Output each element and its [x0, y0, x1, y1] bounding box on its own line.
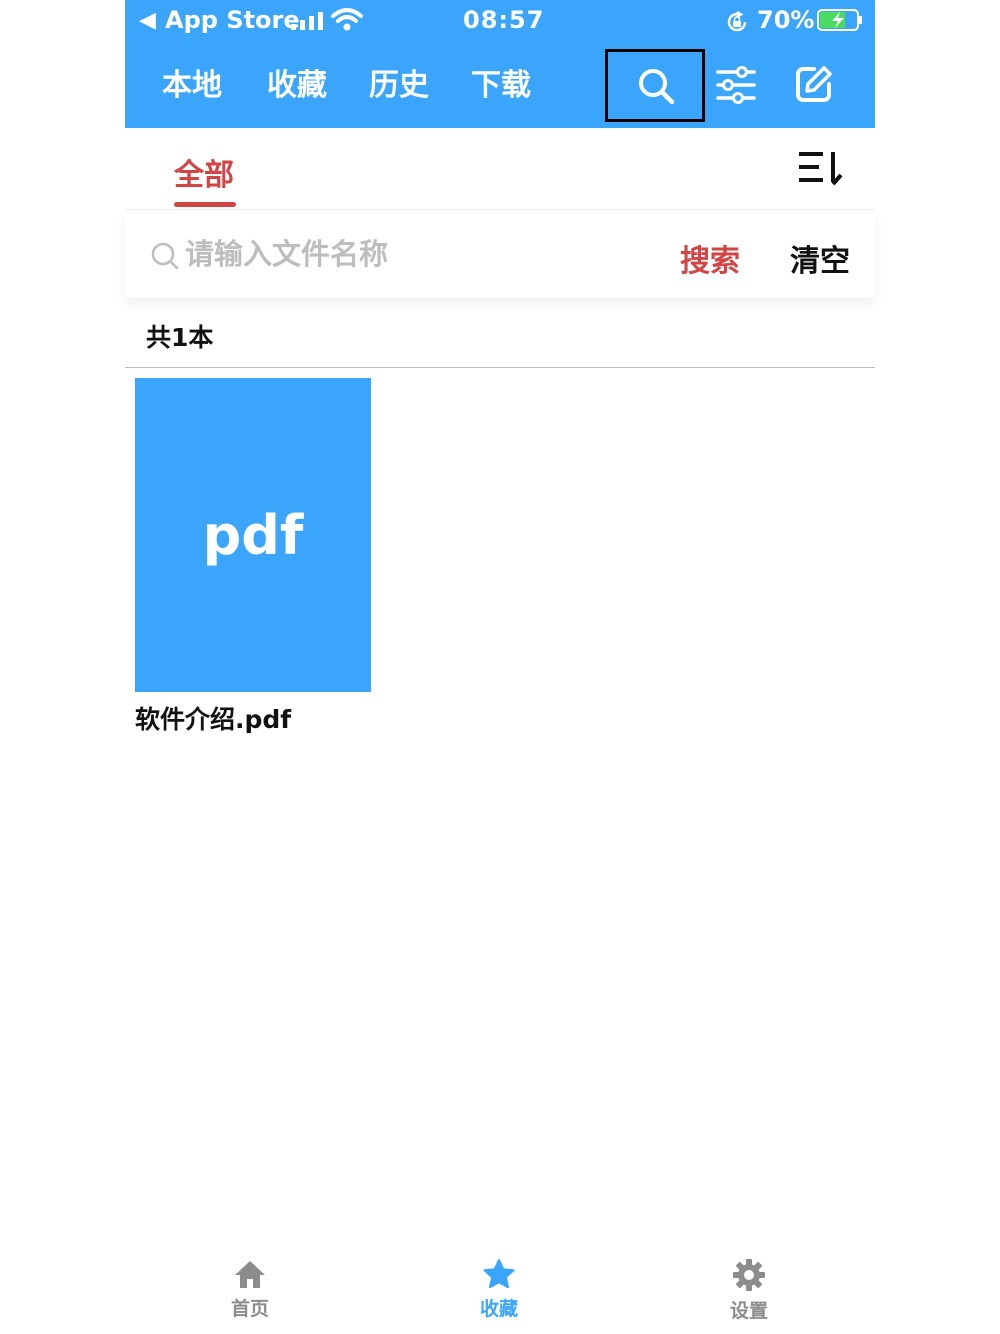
file-item[interactable]: pdf 软件介绍.pdf [135, 378, 371, 736]
back-arrow-icon[interactable]: ◀ [139, 8, 156, 33]
bottom-tab-bar: 首页 收藏 设置 [125, 1250, 875, 1334]
cellular-signal-icon [291, 12, 323, 30]
battery-icon [817, 9, 862, 31]
tab-download[interactable]: 下载 [471, 60, 531, 104]
search-icon [639, 69, 675, 105]
star-icon [483, 1259, 515, 1289]
edit-button[interactable] [790, 50, 850, 116]
wifi-icon [331, 8, 363, 31]
rotation-lock-icon [727, 10, 747, 32]
bottom-tab-label: 设置 [729, 1300, 768, 1322]
battery-percent: 70% [757, 6, 815, 34]
home-icon [235, 1261, 265, 1288]
bottom-tab-home[interactable]: 首页 [190, 1250, 310, 1334]
search-bar: 搜索 清空 [125, 210, 875, 298]
file-thumbnail: pdf [135, 378, 371, 692]
clear-button[interactable]: 清空 [790, 236, 850, 280]
bottom-tab-favorites[interactable]: 收藏 [439, 1250, 559, 1334]
filter-button[interactable] [710, 50, 770, 116]
sort-icon[interactable] [797, 148, 843, 188]
tab-history[interactable]: 历史 [369, 60, 429, 104]
bottom-tab-settings[interactable]: 设置 [689, 1250, 809, 1334]
app-screen: ◀ App Store 08:57 70% 本地 收藏 历史 下载 全部 请输入… [125, 0, 875, 1334]
file-type-label: pdf [202, 504, 304, 567]
item-count: 共1本 [146, 323, 214, 352]
search-input[interactable] [185, 232, 665, 276]
search-submit-button[interactable]: 搜索 [680, 236, 740, 280]
edit-icon [796, 66, 832, 102]
sliders-icon [716, 66, 756, 104]
bottom-tab-label: 首页 [230, 1298, 269, 1320]
tab-all[interactable]: 全部 [174, 150, 234, 194]
search-field-wrap [151, 232, 671, 276]
divider [125, 367, 875, 368]
category-tabs: 全部 [125, 128, 875, 210]
status-time: 08:57 [463, 6, 545, 34]
search-icon [151, 242, 179, 270]
active-tab-indicator [174, 202, 236, 207]
bottom-tab-label: 收藏 [479, 1298, 518, 1320]
tab-favorites[interactable]: 收藏 [267, 60, 327, 104]
back-to-app-store[interactable]: App Store [165, 6, 300, 34]
app-header: ◀ App Store 08:57 70% 本地 收藏 历史 下载 [125, 0, 875, 128]
gear-icon [733, 1259, 765, 1291]
file-name: 软件介绍.pdf [135, 705, 292, 734]
status-bar: ◀ App Store 08:57 70% [125, 0, 875, 44]
tab-local[interactable]: 本地 [162, 60, 222, 104]
search-button[interactable] [605, 49, 705, 122]
